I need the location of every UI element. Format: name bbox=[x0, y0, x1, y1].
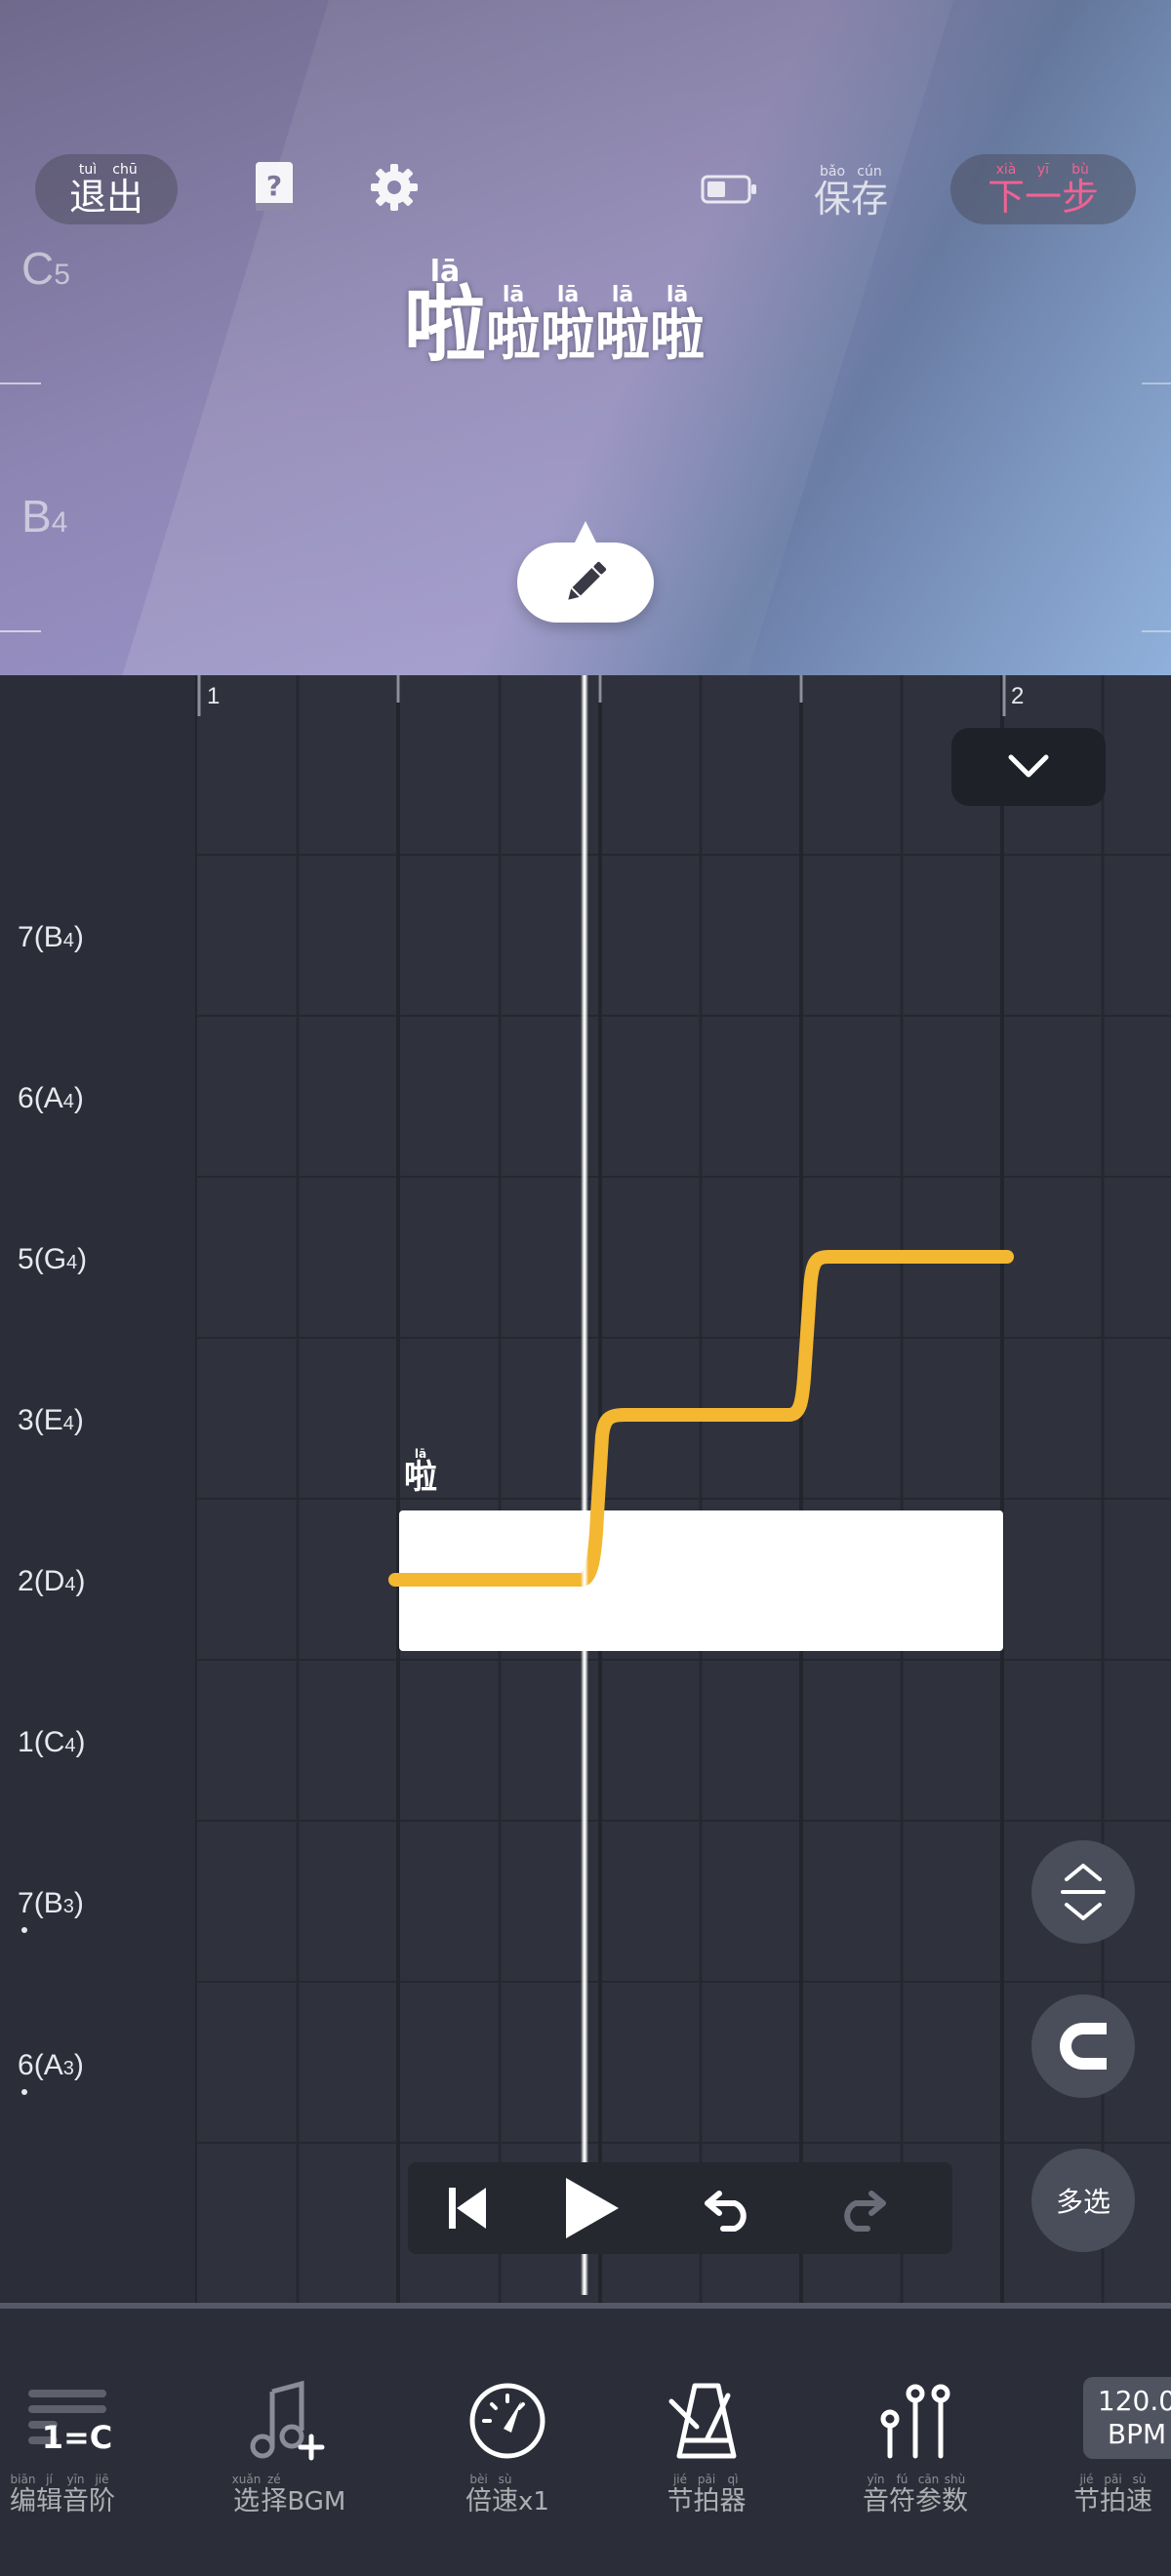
lyric-char: lā 啦 bbox=[541, 283, 596, 368]
tempo-button[interactable]: 120.0 BPM jié 节 pāi 拍 sù 速 bbox=[1032, 2377, 1171, 2543]
edit-scale-button[interactable]: 1=C biān 编 jí 辑 yīn 音 jiē 阶 bbox=[0, 2377, 160, 2543]
sliders-icon bbox=[880, 2384, 950, 2459]
music-note-add-icon bbox=[250, 2380, 325, 2461]
lyric-preview: C5 B4 tuì 退 chū 出 ? bǎo 保 cún 存 xià 下 yī… bbox=[0, 0, 1171, 675]
exit-button[interactable]: tuì 退 chū 出 bbox=[35, 154, 178, 224]
pitch-tick bbox=[1142, 382, 1171, 384]
pitch-tick bbox=[0, 630, 41, 632]
svg-text:?: ? bbox=[266, 170, 282, 202]
metronome-button[interactable]: jié 节 pāi 拍 qì 器 bbox=[609, 2377, 804, 2543]
redo-icon bbox=[844, 2191, 886, 2232]
gear-icon[interactable] bbox=[369, 162, 420, 213]
expand-vertical-icon bbox=[1061, 1864, 1106, 1920]
play-icon bbox=[566, 2178, 619, 2238]
lyric-char: lā 啦 bbox=[404, 255, 487, 373]
select-bgm-button[interactable]: xuǎn 选 zé 择 BGM bbox=[191, 2377, 386, 2543]
skip-back-icon bbox=[449, 2188, 486, 2229]
bpm-value: 120.0 bbox=[1097, 2385, 1171, 2417]
pitch-label-b4: B4 bbox=[21, 491, 68, 542]
chevron-down-icon bbox=[1008, 754, 1049, 778]
multi-select-label: 多选 bbox=[1055, 2186, 1110, 2218]
note-params-button[interactable]: yīn 音 fú 符 cān 参 shù 数 bbox=[818, 2377, 1013, 2543]
piano-roll[interactable]: 1 2 7(B4) 6(A4) 5(G4) 3(E4) 2(D4) 1(C4) … bbox=[0, 675, 1171, 2303]
bpm-unit: BPM bbox=[1107, 2418, 1167, 2450]
zoom-vertical-button[interactable] bbox=[1031, 1840, 1135, 1944]
pencil-icon bbox=[568, 561, 607, 600]
pitch-tick bbox=[0, 382, 41, 384]
scale-badge: 1=C bbox=[42, 2419, 113, 2456]
save-button[interactable]: bǎo 保 cún 存 bbox=[814, 162, 888, 221]
transport-bar bbox=[408, 2162, 952, 2254]
snap-magnet-button[interactable] bbox=[1031, 1994, 1135, 2098]
redo-button[interactable] bbox=[828, 2174, 896, 2242]
undo-button[interactable] bbox=[695, 2174, 763, 2242]
battery-icon bbox=[701, 174, 757, 205]
play-button[interactable] bbox=[556, 2174, 625, 2242]
question-book-icon[interactable]: ? bbox=[250, 160, 299, 215]
metronome-icon bbox=[668, 2383, 737, 2459]
skip-back-button[interactable] bbox=[433, 2174, 502, 2242]
collapse-button[interactable] bbox=[951, 728, 1106, 806]
next-step-button[interactable]: xià 下 yī 一 bù 步 bbox=[950, 154, 1136, 224]
lyric-char: lā 啦 bbox=[486, 283, 542, 368]
pitch-tick bbox=[1142, 630, 1171, 632]
edit-lyrics-button[interactable] bbox=[517, 521, 654, 623]
playback-speed-button[interactable]: bèi 倍 sù 速 x1 bbox=[410, 2377, 605, 2543]
bottom-toolbar: 1=C biān 编 jí 辑 yīn 音 jiē 阶 xuǎn 选 zé 择 … bbox=[0, 2303, 1171, 2576]
scale-list-icon: 1=C bbox=[28, 2390, 113, 2456]
magnet-icon bbox=[1060, 2023, 1107, 2070]
pitch-label-c5: C5 bbox=[21, 243, 70, 294]
lyric-char: lā 啦 bbox=[595, 283, 651, 368]
lyric-line: lā 啦 lā 啦 lā 啦 lā 啦 lā 啦 bbox=[404, 255, 706, 373]
bpm-badge: 120.0 BPM bbox=[1083, 2377, 1171, 2459]
multi-select-button[interactable]: 多选 bbox=[1031, 2149, 1135, 2252]
lyric-char: lā 啦 bbox=[650, 283, 706, 368]
playhead[interactable] bbox=[581, 675, 588, 2295]
undo-icon bbox=[705, 2191, 747, 2232]
speedometer-icon bbox=[469, 2383, 545, 2459]
